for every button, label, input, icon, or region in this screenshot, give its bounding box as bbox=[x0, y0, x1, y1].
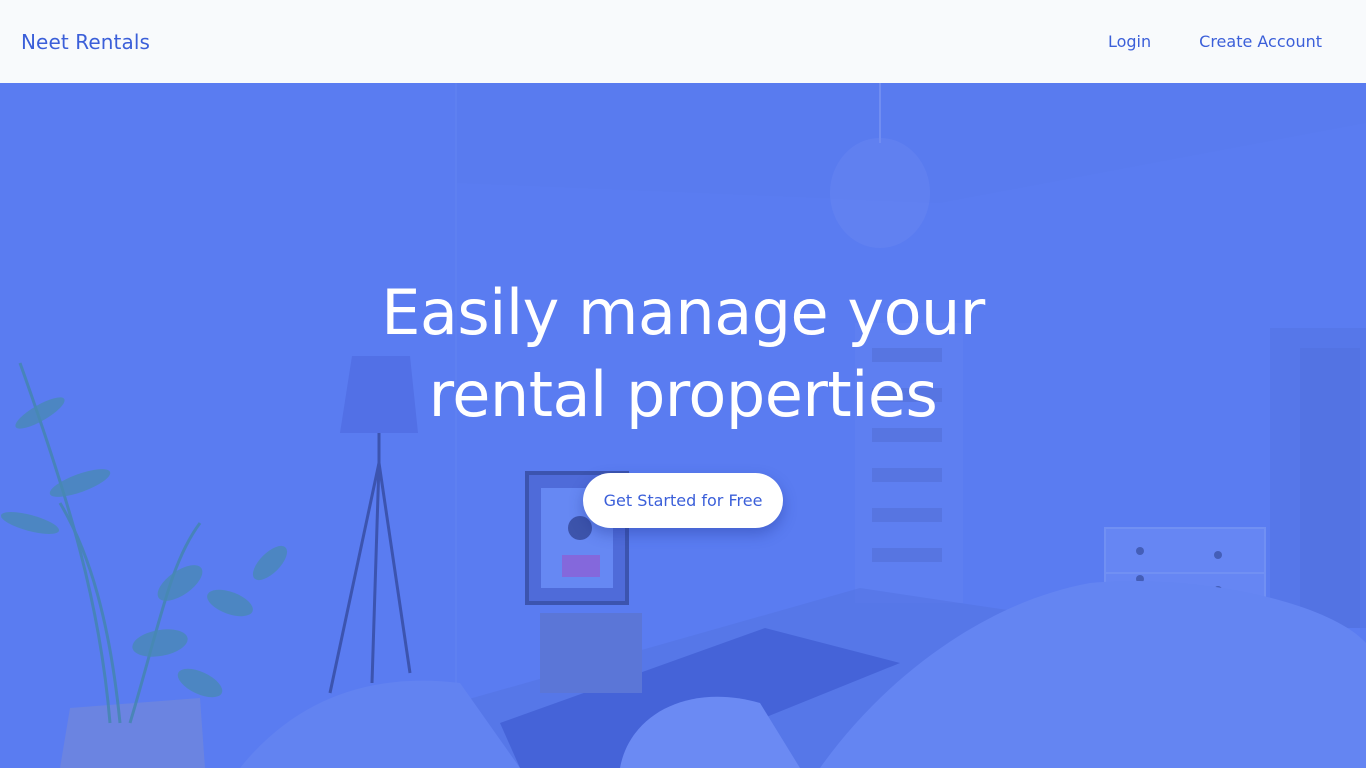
login-link[interactable]: Login bbox=[1108, 32, 1151, 51]
create-account-link[interactable]: Create Account bbox=[1199, 32, 1322, 51]
hero-content: Easily manage your rental properties Get… bbox=[0, 83, 1366, 768]
brand-logo-link[interactable]: Neet Rentals bbox=[21, 30, 150, 54]
hero-title: Easily manage your rental properties bbox=[381, 276, 985, 431]
get-started-button[interactable]: Get Started for Free bbox=[582, 473, 784, 528]
hero-section: Easily manage your rental properties Get… bbox=[0, 83, 1366, 768]
navbar: Neet Rentals Login Create Account bbox=[0, 0, 1366, 83]
nav-links: Login Create Account bbox=[1060, 32, 1322, 51]
